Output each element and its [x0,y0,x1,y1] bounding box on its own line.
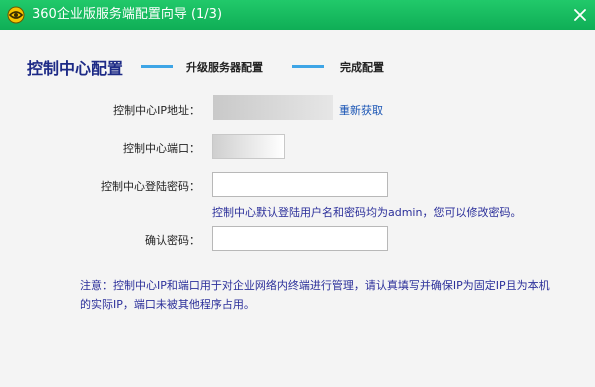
wizard-content: 控制中心配置 升级服务器配置 完成配置 控制中心IP地址： 重新获取 控制中心端… [0,30,595,387]
confirm-password-input[interactable] [212,226,388,251]
close-icon [574,9,586,21]
notice-text: 注意：控制中心IP和端口用于对企业网络内终端进行管理，请认真填写并确保IP为固定… [80,279,550,311]
confirm-password-label: 确认密码： [145,234,200,247]
port-label: 控制中心端口： [123,142,200,155]
step-connector-1 [141,65,173,68]
ip-address-field [213,95,333,120]
window-title: 360企业版服务端配置向导 (1/3) [32,7,223,22]
password-hint: 控制中心默认登陆用户名和密码均为admin，您可以修改密码。 [212,206,522,219]
refresh-ip-link[interactable]: 重新获取 [339,102,383,118]
password-label: 控制中心登陆密码： [101,180,200,193]
title-bar: 360企业版服务端配置向导 (1/3) [0,0,595,30]
step-connector-2 [292,65,324,68]
360-logo-icon [7,6,25,24]
close-button[interactable] [565,0,595,30]
ip-address-label: 控制中心IP地址： [113,104,200,117]
password-input[interactable] [212,172,388,197]
step-upgrade-server-config: 升级服务器配置 [186,61,263,74]
step-control-center-config: 控制中心配置 [27,59,124,78]
port-input[interactable] [212,134,285,159]
step-finish-config: 完成配置 [340,61,384,74]
